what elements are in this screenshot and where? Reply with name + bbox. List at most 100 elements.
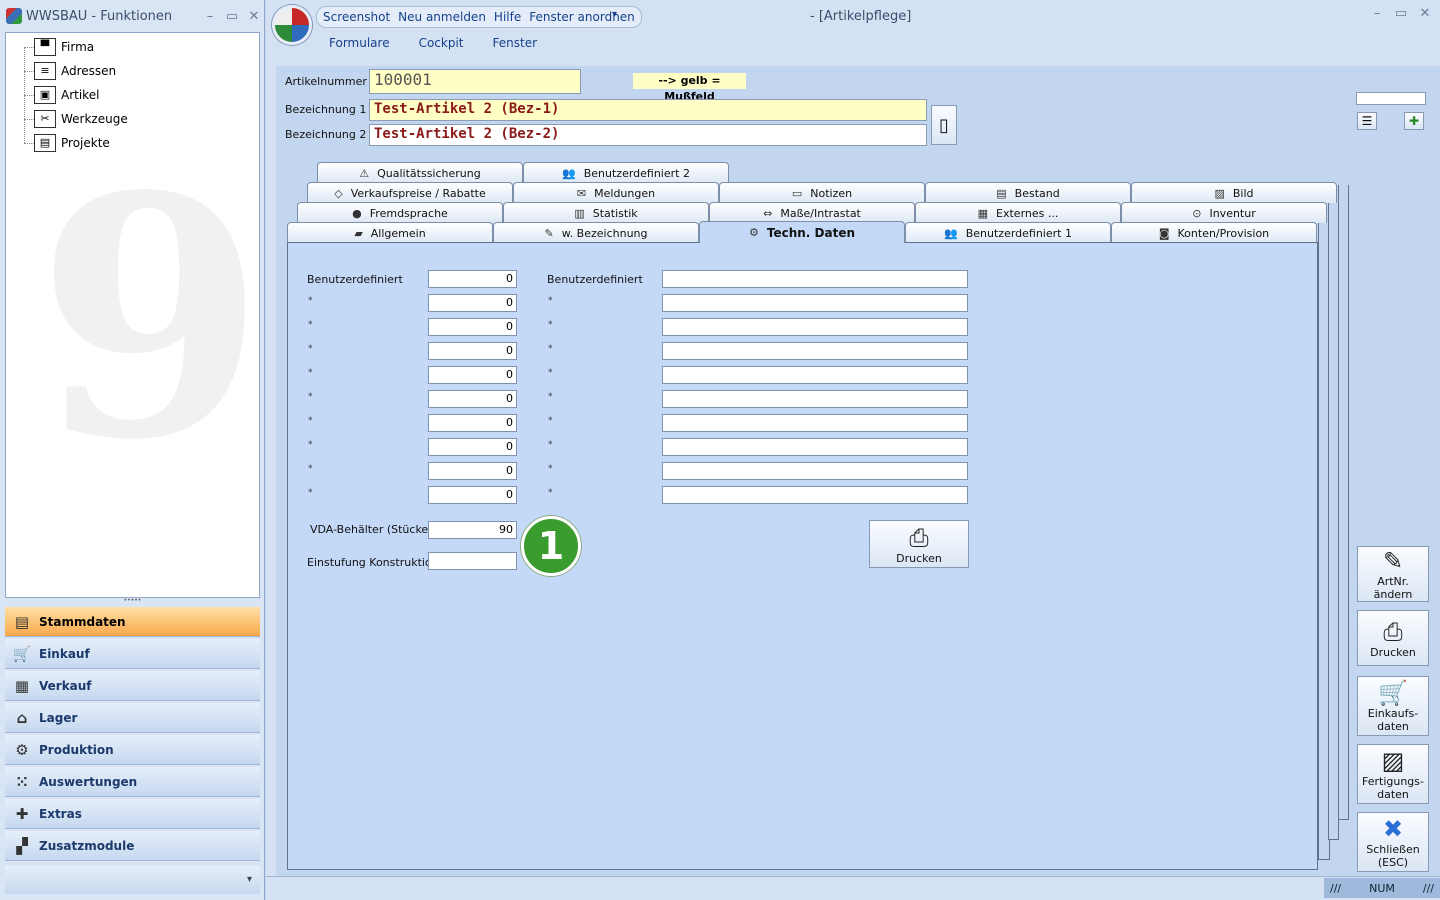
side-artnr-ändern-button[interactable]: ✎ ArtNr. ändern bbox=[1357, 546, 1429, 602]
tab-label: Benutzerdefiniert 1 bbox=[965, 226, 1072, 240]
num-field[interactable]: 0 bbox=[428, 342, 517, 360]
num-field[interactable]: 0 bbox=[428, 318, 517, 336]
tab-bild[interactable]: ▨ Bild bbox=[1131, 182, 1337, 203]
num-field[interactable]: 0 bbox=[428, 294, 517, 312]
text-field[interactable] bbox=[662, 294, 968, 312]
minimize-button[interactable]: – bbox=[199, 9, 221, 24]
menu-formulare[interactable]: Formulare bbox=[329, 36, 390, 50]
nav-auswertungen[interactable]: ⁙ Auswertungen bbox=[5, 767, 260, 797]
bezeichnung1-input[interactable]: Test-Artikel 2 (Bez-1) bbox=[369, 99, 927, 121]
nav-stammdaten[interactable]: ▤ Stammdaten bbox=[5, 607, 260, 637]
menu-cockpit[interactable]: Cockpit bbox=[419, 36, 464, 50]
qat-screenshot[interactable]: Screenshot bbox=[323, 10, 390, 24]
side-drucken-button[interactable]: ⎙ Drucken bbox=[1357, 610, 1429, 666]
text-field[interactable] bbox=[662, 366, 968, 384]
text-field[interactable] bbox=[662, 270, 968, 288]
list-icon-button[interactable]: ☰ bbox=[1357, 112, 1377, 130]
small-field[interactable] bbox=[1356, 92, 1426, 105]
nav-overflow-button[interactable]: ▾ bbox=[5, 866, 260, 894]
tree-item-projekte[interactable]: ▤ Projekte bbox=[34, 132, 110, 154]
num-field[interactable]: 0 bbox=[428, 390, 517, 408]
tree-item-werkzeuge[interactable]: ✂ Werkzeuge bbox=[34, 108, 128, 130]
nav-label: Auswertungen bbox=[39, 774, 138, 789]
document-button[interactable]: ▯ bbox=[931, 105, 957, 145]
main-minimize-button[interactable]: – bbox=[1366, 6, 1388, 21]
tab-qualitätssicherung[interactable]: ⚠ Qualitätssicherung bbox=[317, 162, 523, 183]
tab-verkaufspreise-rabatte[interactable]: ◇ Verkaufspreise / Rabatte bbox=[307, 182, 513, 203]
einstufung-input[interactable] bbox=[428, 552, 517, 570]
quick-access-dropdown[interactable]: ▾ bbox=[612, 9, 617, 20]
tab-externes-[interactable]: ▦ Externes ... bbox=[915, 202, 1121, 223]
tab-meldungen[interactable]: ✉ Meldungen bbox=[513, 182, 719, 203]
main-maximize-button[interactable]: ▭ bbox=[1390, 6, 1412, 21]
tab-bestand[interactable]: ▤ Bestand bbox=[925, 182, 1131, 203]
tab-statistik[interactable]: ▥ Statistik bbox=[503, 202, 709, 223]
nav-label: Stammdaten bbox=[39, 614, 126, 629]
side-schließen-esc--button[interactable]: ✖ Schließen (ESC) bbox=[1357, 812, 1429, 872]
nav-verkauf[interactable]: ▦ Verkauf bbox=[5, 671, 260, 701]
tab-benutzerdefiniert-2[interactable]: 👥 Benutzerdefiniert 2 bbox=[523, 162, 729, 183]
tab-benutzerdefiniert-1[interactable]: 👥 Benutzerdefiniert 1 bbox=[905, 222, 1111, 243]
maximize-button[interactable]: ▭ bbox=[221, 9, 243, 24]
text-field[interactable] bbox=[662, 390, 968, 408]
num-field[interactable]: 0 bbox=[428, 486, 517, 504]
side-fertigungs-daten-button[interactable]: ▨ Fertigungs-daten bbox=[1357, 744, 1429, 804]
functions-window-titlebar: WWSBAU - Funktionen – ▭ ✕ bbox=[0, 0, 265, 32]
text-field[interactable] bbox=[662, 438, 968, 456]
tree-item-label: Werkzeuge bbox=[61, 112, 128, 126]
vda-input[interactable]: 90 bbox=[428, 521, 517, 539]
num-field[interactable]: 0 bbox=[428, 438, 517, 456]
text-field[interactable] bbox=[662, 342, 968, 360]
artikelnummer-input[interactable]: 100001 bbox=[369, 69, 581, 94]
app-icon bbox=[6, 8, 22, 24]
num-field[interactable]: 0 bbox=[428, 414, 517, 432]
side-button-label: Fertigungs-daten bbox=[1362, 775, 1424, 801]
add-icon-button[interactable]: ✚ bbox=[1404, 112, 1424, 130]
panel-splitter[interactable]: ••••• bbox=[5, 598, 260, 604]
tab-w-bezeichnung[interactable]: ✎ w. Bezeichnung bbox=[493, 222, 699, 243]
tab-techn-daten[interactable]: ⚙ Techn. Daten bbox=[699, 221, 905, 243]
tab-fremdsprache[interactable]: ● Fremdsprache bbox=[297, 202, 503, 223]
menu-fenster[interactable]: Fenster bbox=[493, 36, 538, 50]
qat-hilfe[interactable]: Hilfe bbox=[494, 10, 521, 24]
text-field[interactable] bbox=[662, 486, 968, 504]
tab-label: Benutzerdefiniert 2 bbox=[583, 166, 690, 180]
text-field[interactable] bbox=[662, 414, 968, 432]
extras-icon: ✚ bbox=[15, 804, 29, 823]
tab-inventur[interactable]: ⊙ Inventur bbox=[1121, 202, 1327, 223]
qat-fenster-anordnen[interactable]: Fenster anordnen bbox=[529, 10, 635, 24]
app-logo-button[interactable] bbox=[272, 5, 312, 45]
num-field[interactable]: 0 bbox=[428, 462, 517, 480]
nav-extras[interactable]: ✚ Extras bbox=[5, 799, 260, 829]
tree-item-artikel[interactable]: ▣ Artikel bbox=[34, 84, 99, 106]
tab-konten-provision[interactable]: ◙ Konten/Provision bbox=[1111, 222, 1317, 243]
add-icon: ✚ bbox=[1408, 113, 1420, 128]
nav-produktion[interactable]: ⚙ Produktion bbox=[5, 735, 260, 765]
nav-zusatzmodule[interactable]: ▞ Zusatzmodule bbox=[5, 831, 260, 861]
qat-neu-anmelden[interactable]: Neu anmelden bbox=[398, 10, 486, 24]
num-field-star: * bbox=[308, 464, 313, 474]
num-field[interactable]: 0 bbox=[428, 366, 517, 384]
tab-maße-intrastat[interactable]: ⇔ Maße/Intrastat bbox=[709, 202, 915, 223]
text-field[interactable] bbox=[662, 462, 968, 480]
tab-allgemein[interactable]: ▰ Allgemein bbox=[287, 222, 493, 243]
tree-item-firma[interactable]: ▀ Firma bbox=[34, 36, 94, 58]
tab-label: Bestand bbox=[1014, 186, 1060, 200]
status-grip-right: /// bbox=[1422, 881, 1434, 895]
nav-lager[interactable]: ⌂ Lager bbox=[5, 703, 260, 733]
tab-icon: ◙ bbox=[1158, 226, 1170, 240]
nav-einkauf[interactable]: 🛒 Einkauf bbox=[5, 639, 260, 669]
num-field[interactable]: 0 bbox=[428, 270, 517, 288]
bezeichnung2-input[interactable]: Test-Artikel 2 (Bez-2) bbox=[369, 124, 927, 146]
main-close-button[interactable]: ✕ bbox=[1414, 6, 1436, 21]
side-einkaufs-daten-button[interactable]: 🛒 Einkaufs-daten bbox=[1357, 676, 1429, 736]
tree-item-adressen[interactable]: ≡ Adressen bbox=[34, 60, 116, 82]
print-button[interactable]: ⎙ Drucken bbox=[869, 520, 969, 568]
side-button-icon: ✖ bbox=[1382, 815, 1404, 843]
text-field-star: * bbox=[548, 440, 553, 450]
tree-connector bbox=[24, 95, 34, 96]
tab-notizen[interactable]: ▭ Notizen bbox=[719, 182, 925, 203]
close-button[interactable]: ✕ bbox=[243, 9, 265, 24]
watermark-nine: 9 bbox=[36, 124, 260, 512]
text-field[interactable] bbox=[662, 318, 968, 336]
